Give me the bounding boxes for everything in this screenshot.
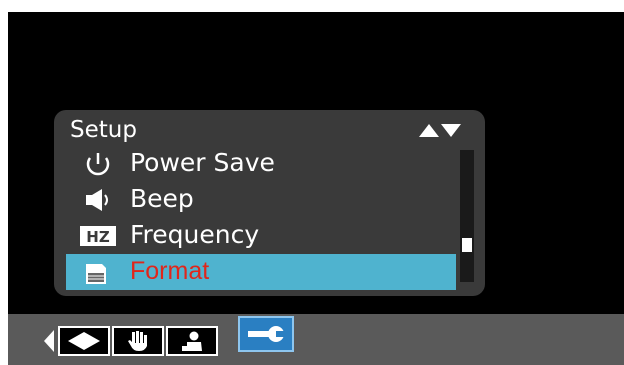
- menu-scrollbar[interactable]: [460, 150, 474, 282]
- menu-item-label: Format: [130, 257, 210, 285]
- diamond-icon: [68, 332, 100, 350]
- menu-title: Setup: [70, 117, 137, 143]
- hz-icon-text: HZ: [86, 228, 110, 246]
- power-icon: [86, 153, 110, 176]
- hand-icon: [128, 331, 147, 351]
- tab-hand-mode[interactable]: [112, 326, 164, 356]
- menu-item-format[interactable]: Format: [66, 254, 456, 290]
- tab-scene-mode[interactable]: [58, 326, 110, 356]
- hz-icon: HZ: [80, 226, 116, 246]
- menu-item-label: Beep: [130, 184, 194, 213]
- scrollbar-thumb[interactable]: [462, 238, 472, 252]
- menu-item-beep[interactable]: Beep: [66, 182, 456, 218]
- person-icon: [182, 331, 202, 351]
- menu-item-frequency[interactable]: HZ Frequency: [66, 218, 456, 254]
- menu-item-label: Frequency: [130, 220, 260, 249]
- up-down-arrows-icon[interactable]: [419, 122, 463, 138]
- menu-item-label: Power Save: [130, 148, 275, 177]
- memory-card-icon: [86, 264, 106, 284]
- setup-menu-panel: Setup Power Save Beep HZ Frequency Forma…: [54, 110, 485, 296]
- camera-screen: Setup Power Save Beep HZ Frequency Forma…: [8, 12, 624, 365]
- speaker-icon: [86, 189, 108, 211]
- scroll-left-icon[interactable]: [44, 330, 54, 352]
- tab-setup-mode[interactable]: [238, 316, 294, 352]
- setup-menu-list: Power Save Beep HZ Frequency Format: [66, 146, 456, 290]
- menu-item-power-save[interactable]: Power Save: [66, 146, 456, 182]
- tab-person-mode[interactable]: [166, 326, 218, 356]
- wrench-icon: [248, 326, 286, 342]
